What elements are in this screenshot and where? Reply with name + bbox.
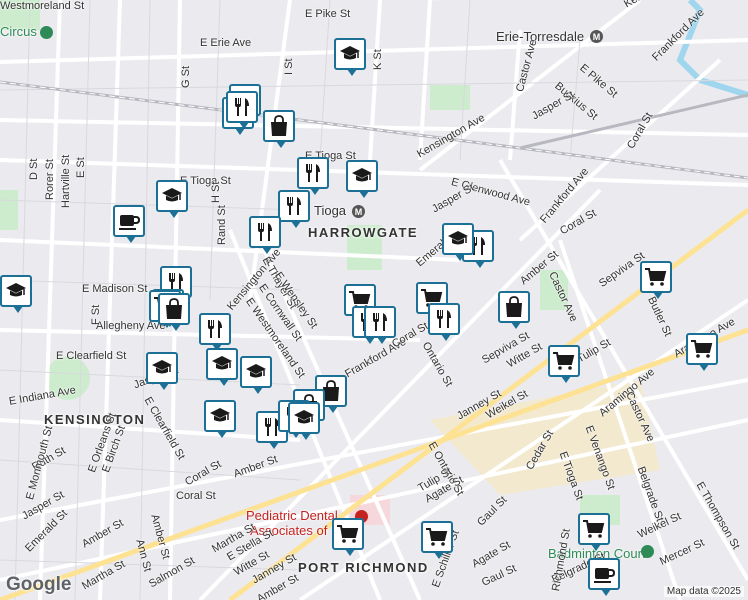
cafe-icon — [594, 568, 616, 583]
grocery-icon — [553, 352, 575, 370]
school-marker[interactable] — [346, 160, 378, 198]
school-marker[interactable] — [240, 356, 272, 394]
school-icon — [152, 360, 172, 374]
metro-station-icon[interactable]: M — [590, 30, 603, 43]
school-icon — [352, 168, 372, 182]
metro-station-icon[interactable]: M — [352, 205, 365, 218]
school-marker[interactable] — [288, 402, 320, 440]
poi-label[interactable]: Pediatric Dental — [246, 508, 338, 523]
restaurant-icon — [287, 197, 301, 215]
street-label: E Pike St — [305, 8, 351, 20]
map-attribution[interactable]: Map data ©2025 — [663, 586, 744, 597]
shopping-icon — [166, 298, 182, 319]
street-label: E Madison St — [82, 283, 148, 295]
street-label: Hartville St — [60, 154, 72, 208]
street-label: E Clearfield St — [56, 350, 127, 362]
school-marker[interactable] — [156, 180, 188, 218]
school-icon — [210, 408, 230, 422]
restaurant-icon — [373, 313, 387, 331]
cafe-icon — [119, 215, 141, 230]
grocery-marker[interactable] — [332, 518, 364, 556]
school-marker[interactable] — [146, 352, 178, 390]
restaurant-marker[interactable] — [428, 303, 460, 341]
restaurant-icon — [235, 98, 249, 116]
school-icon — [294, 410, 314, 424]
neighborhood-label: KENSINGTON — [44, 412, 146, 427]
shopping-marker[interactable] — [158, 293, 190, 331]
google-logo: Google — [6, 574, 72, 595]
school-marker[interactable] — [334, 38, 366, 76]
school-icon — [246, 364, 266, 378]
street-label: G St — [180, 65, 192, 88]
shopping-icon — [506, 296, 522, 317]
restaurant-marker[interactable] — [199, 313, 231, 351]
restaurant-icon — [437, 310, 451, 328]
shopping-icon — [271, 115, 287, 136]
restaurant-marker[interactable] — [226, 91, 258, 129]
school-icon — [448, 231, 468, 245]
school-marker[interactable] — [206, 348, 238, 386]
grocery-marker[interactable] — [421, 521, 453, 559]
school-marker[interactable] — [204, 400, 236, 438]
street-label: Coral St — [176, 490, 216, 502]
street-label: Rorer St — [44, 159, 56, 200]
restaurant-icon — [208, 320, 222, 338]
grocery-marker[interactable] — [640, 261, 672, 299]
school-marker[interactable] — [442, 223, 474, 261]
neighborhood-label: HARROWGATE — [308, 225, 419, 240]
grocery-marker[interactable] — [578, 513, 610, 551]
grocery-marker[interactable] — [686, 333, 718, 371]
street-label: F St — [90, 304, 102, 325]
restaurant-marker[interactable] — [249, 216, 281, 254]
school-icon — [6, 283, 26, 297]
shopping-marker[interactable] — [498, 291, 530, 329]
cafe-marker[interactable] — [588, 558, 620, 596]
school-icon — [340, 46, 360, 60]
restaurant-icon — [306, 164, 320, 182]
street-label: K St — [372, 49, 384, 70]
poi-label[interactable]: Erie-Torresdale — [496, 29, 584, 44]
street-label: Rand St — [216, 205, 228, 245]
street-label: D St — [28, 158, 40, 180]
school-marker[interactable] — [0, 275, 32, 313]
school-icon — [162, 188, 182, 202]
park-icon[interactable] — [641, 545, 654, 558]
grocery-icon — [691, 340, 713, 358]
street-label: E St — [75, 157, 87, 178]
grocery-icon — [426, 528, 448, 546]
school-icon — [212, 356, 232, 370]
neighborhood-label: PORT RICHMOND — [298, 560, 429, 575]
grocery-icon — [583, 520, 605, 538]
street-label: I St — [283, 58, 295, 75]
street-label: E Erie Ave — [200, 37, 252, 49]
restaurant-marker[interactable] — [364, 306, 396, 344]
restaurant-icon — [258, 223, 272, 241]
grocery-icon — [337, 525, 359, 543]
park-icon[interactable] — [40, 26, 53, 39]
grocery-marker[interactable] — [548, 345, 580, 383]
map-canvas[interactable]: HARROWGATE KENSINGTON PORT RICHMOND Circ… — [0, 0, 748, 600]
street-label: Westmoreland St — [0, 0, 85, 12]
shopping-marker[interactable] — [263, 110, 295, 148]
restaurant-marker[interactable] — [297, 157, 329, 195]
restaurant-marker[interactable] — [278, 190, 310, 228]
poi-label[interactable]: Circus — [0, 24, 37, 39]
grocery-icon — [645, 268, 667, 286]
cafe-marker[interactable] — [113, 205, 145, 243]
poi-label[interactable]: Tioga — [314, 203, 346, 218]
street-label: H St — [210, 181, 222, 203]
